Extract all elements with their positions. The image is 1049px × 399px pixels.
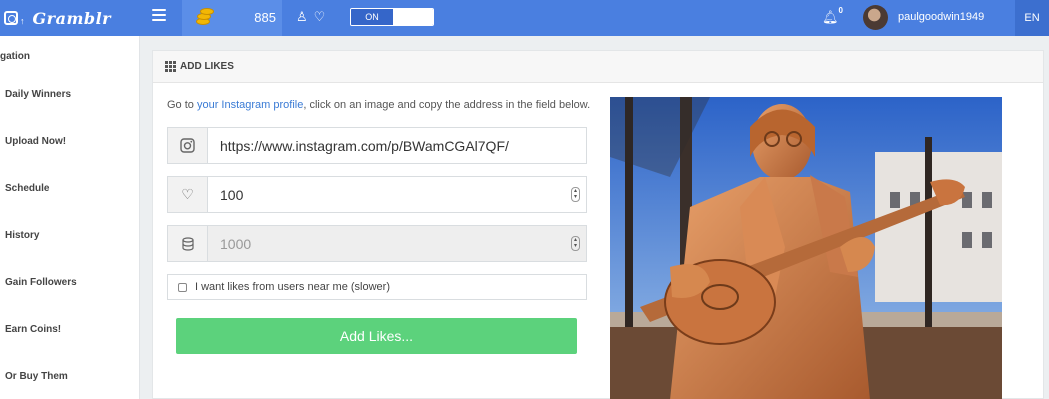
instructions: Go to your Instagram profile, click on a…: [167, 98, 597, 112]
brand[interactable]: ↑ Gramblr: [0, 0, 140, 36]
near-me-label: I want likes from users near me (slower): [195, 281, 390, 293]
coins-cost-field: 1000 ▴ ▾: [167, 225, 587, 262]
top-bar: ↑ Gramblr 885 ♙ ♡ ON 🔔︎0 paulgoodwin1949…: [0, 0, 1049, 36]
brand-name: Gramblr: [32, 8, 112, 28]
likes-count-input[interactable]: 100 ▴ ▾: [208, 177, 586, 212]
menu-icon[interactable]: [152, 9, 166, 23]
sidebar-item-earn-coins[interactable]: Earn Coins!: [5, 324, 61, 335]
database-icon: [168, 226, 208, 261]
near-me-checkbox[interactable]: [178, 282, 187, 292]
grid-icon: [165, 61, 176, 72]
instagram-icon: [4, 11, 18, 25]
like-icon: ♙: [296, 9, 308, 24]
bell-icon: 🔔︎: [822, 9, 839, 25]
notifications[interactable]: 🔔︎0: [822, 6, 843, 25]
sidebar-item-gain-followers[interactable]: Gain Followers: [5, 277, 77, 288]
sidebar-item-buy-coins[interactable]: Or Buy Them: [5, 371, 68, 382]
panel-title: ADD LIKES: [180, 61, 234, 72]
near-me-option[interactable]: I want likes from users near me (slower): [167, 274, 587, 300]
coins-stepper: ▴ ▾: [571, 236, 580, 251]
coins-balance[interactable]: 885: [182, 0, 282, 36]
camera-icon: [168, 128, 208, 163]
add-likes-button[interactable]: Add Likes...: [176, 318, 577, 354]
username[interactable]: paulgoodwin1949: [898, 11, 984, 23]
post-url-input[interactable]: https://www.instagram.com/p/BWamCGAl7QF/: [208, 128, 586, 163]
sidebar-heading: gation: [0, 51, 30, 62]
sidebar-item-history[interactable]: History: [5, 230, 39, 241]
toggle-on-label: ON: [351, 9, 393, 25]
likes-stepper[interactable]: ▴ ▾: [571, 187, 580, 202]
likes-count-field[interactable]: ♡ 100 ▴ ▾: [167, 176, 587, 213]
coin-count: 885: [254, 10, 276, 25]
coins-cost-value: 1000: [220, 235, 252, 252]
avatar[interactable]: [863, 5, 888, 30]
instructions-prefix: Go to: [167, 99, 197, 111]
toggle-off-area: [393, 9, 433, 25]
sidebar-item-schedule[interactable]: Schedule: [5, 183, 49, 194]
heart-icon: ♡: [313, 9, 326, 24]
add-likes-panel: ADD LIKES Go to your Instagram profile, …: [152, 50, 1044, 399]
sidebar-item-upload-now[interactable]: Upload Now!: [5, 136, 66, 147]
likes-indicator[interactable]: ♙ ♡: [296, 9, 325, 25]
panel-header: ADD LIKES: [153, 51, 1043, 83]
post-preview-image: [610, 97, 1002, 399]
language-selector[interactable]: EN: [1015, 0, 1049, 36]
sidebar: gation Daily Winners Upload Now! Schedul…: [0, 36, 140, 399]
post-url-field[interactable]: https://www.instagram.com/p/BWamCGAl7QF/: [167, 127, 587, 164]
auto-toggle[interactable]: ON: [350, 8, 434, 26]
coins-icon: [194, 6, 216, 28]
sidebar-item-daily-winners[interactable]: Daily Winners: [5, 89, 71, 100]
heart-icon: ♡: [168, 177, 208, 212]
coins-cost-input: 1000 ▴ ▾: [208, 226, 586, 261]
instagram-profile-link[interactable]: your Instagram profile: [197, 99, 303, 111]
upload-arrow-icon: ↑: [20, 16, 25, 26]
likes-count-value: 100: [220, 186, 244, 203]
notification-count: 0: [838, 6, 843, 15]
instructions-suffix: , click on an image and copy the address…: [303, 99, 591, 111]
